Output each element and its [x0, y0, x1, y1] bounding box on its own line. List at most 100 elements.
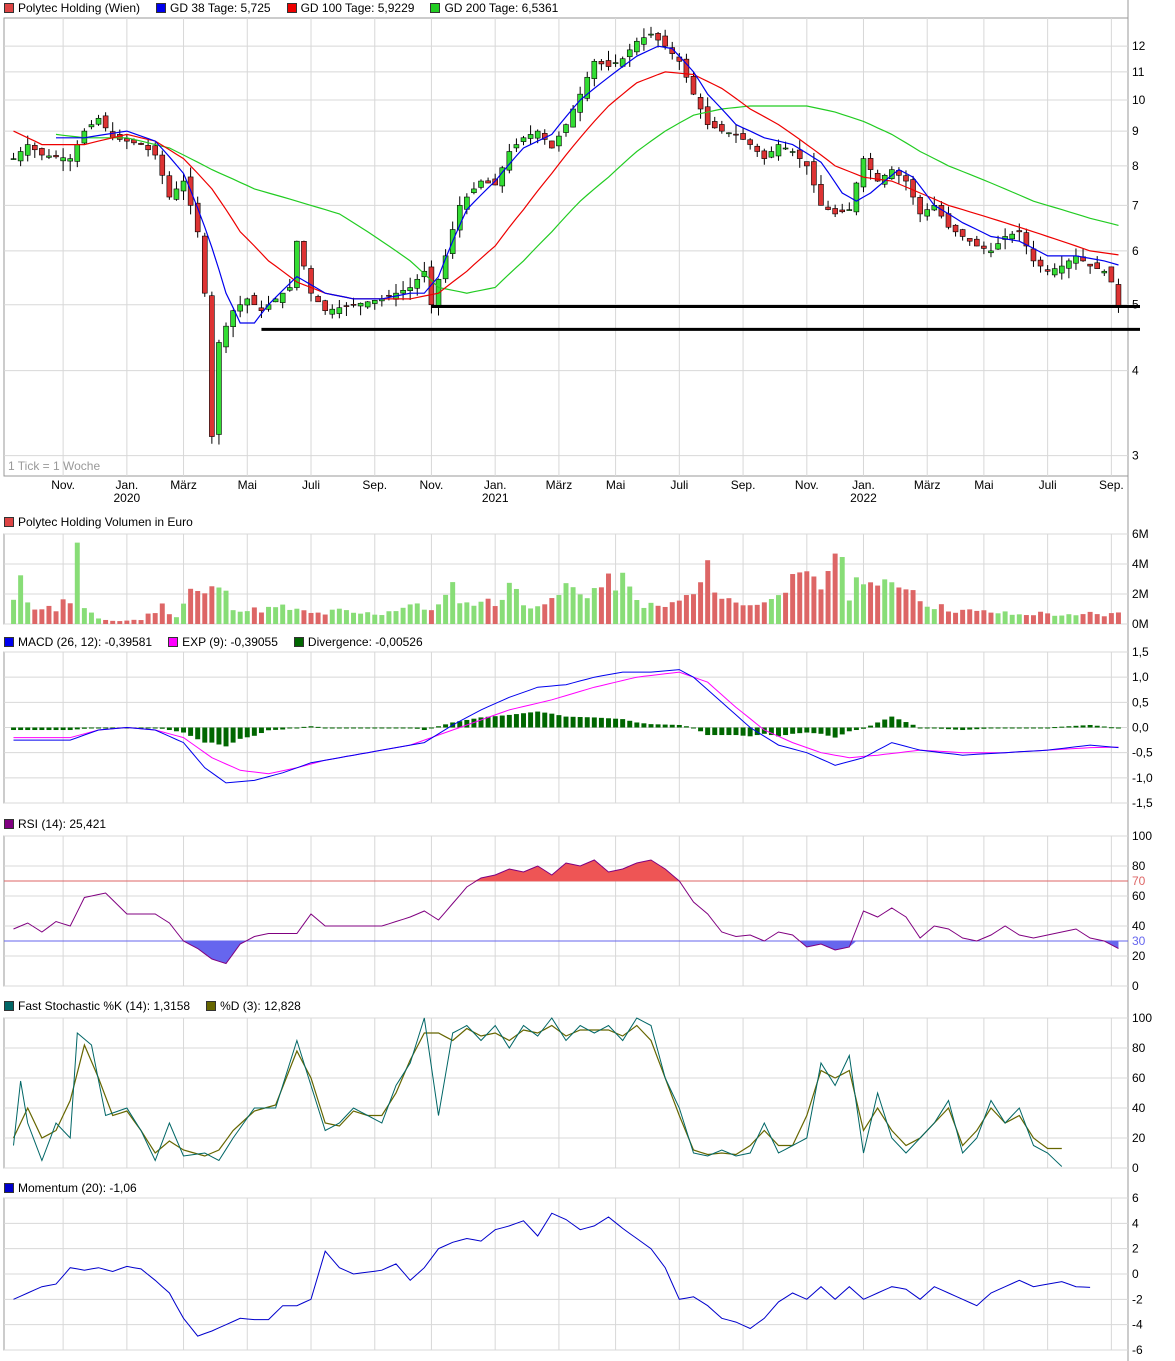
vol-ytick: 4M: [1132, 557, 1149, 571]
volume-bar: [698, 582, 704, 624]
volume-bar: [953, 612, 959, 624]
volume-bar: [620, 572, 626, 624]
volume-bar: [280, 604, 286, 624]
candle-body: [329, 308, 336, 315]
divergence-bar: [1115, 727, 1121, 729]
price-xtick: März: [546, 478, 573, 492]
divergence-bar: [81, 727, 87, 729]
divergence-bar: [521, 713, 526, 728]
rsi-ytick: 40: [1132, 919, 1146, 933]
price-xtick: Jan.: [852, 478, 875, 492]
volume-bar: [627, 586, 633, 624]
rsi-level-70: 70: [1132, 874, 1146, 888]
volume-bar: [237, 611, 243, 624]
volume-bar: [931, 609, 937, 624]
legend-gd38: GD 38 Tage: 5,725: [156, 1, 271, 15]
macd-ytick: -1,5: [1132, 796, 1153, 810]
candle-body: [563, 124, 569, 133]
divergence-bar: [818, 727, 824, 734]
chart-canvas: 3456789101112Nov. Jan.2020März Mai Juli Sep.…: [3, 0, 1153, 1361]
volume-bar: [202, 593, 208, 624]
divergence-bar: [698, 727, 704, 732]
rsi-legend: RSI (14): 25,421: [4, 816, 122, 831]
vol-ytick: 6M: [1132, 527, 1149, 541]
price-xtick: Mai: [974, 478, 993, 492]
volume-bar: [96, 618, 102, 624]
legend-exp: EXP (9): -0,39055: [168, 635, 278, 649]
volume-bar: [691, 594, 696, 624]
price-ytick: 4: [1132, 364, 1139, 378]
candle-body: [782, 147, 789, 150]
candle-body: [173, 188, 180, 200]
candle-body: [350, 304, 357, 306]
candle-body: [697, 97, 704, 110]
divergence-bar: [513, 714, 519, 728]
candle-body: [1101, 270, 1108, 274]
volume-bar: [329, 609, 335, 624]
candle-body: [478, 180, 484, 188]
legend-momentum: Momentum (20): -1,06: [4, 1181, 137, 1195]
candle-body: [740, 133, 746, 140]
candle-body: [216, 342, 222, 435]
volume-bar: [1030, 615, 1036, 624]
divergence-bar: [974, 727, 980, 730]
divergence-bar: [18, 727, 24, 731]
candle-body: [251, 295, 258, 306]
volume-bar: [11, 599, 17, 624]
candle-body: [513, 144, 520, 149]
candle-body: [527, 134, 534, 139]
candle-body: [867, 158, 874, 170]
divergence-bar: [159, 727, 165, 729]
candle-body: [124, 138, 130, 142]
divergence-bar: [11, 727, 17, 731]
divergence-bar: [783, 727, 789, 736]
price-xtick: Juli: [302, 478, 320, 492]
divergence-bar: [910, 724, 916, 728]
candle-body: [839, 209, 846, 213]
legend-stoch-k-swatch: [4, 1000, 14, 1011]
volume-bar: [53, 611, 59, 624]
volume-bar: [818, 589, 824, 624]
divergence-bar: [606, 718, 611, 728]
divergence-bar: [39, 727, 45, 731]
candle-body: [754, 145, 761, 152]
candle-body: [279, 292, 286, 303]
price-xtick: Nov.: [795, 478, 819, 492]
candle-body: [832, 208, 838, 215]
divergence-bar: [287, 727, 293, 729]
volume-bar: [244, 611, 250, 624]
candle-body: [733, 133, 739, 136]
price-xtick-year: 2020: [114, 491, 141, 505]
candle-body: [570, 108, 576, 128]
legend-momentum-swatch: [4, 1182, 14, 1193]
volume-bar: [266, 606, 272, 624]
divergence-bar: [641, 723, 647, 728]
volume-bar: [1094, 614, 1100, 624]
macd-ytick: 0,5: [1132, 695, 1149, 709]
candle-body: [747, 139, 753, 145]
volume-bar: [1066, 614, 1072, 624]
divergence-bar: [953, 727, 959, 730]
volume-bar: [506, 582, 512, 624]
volume-bar: [683, 595, 689, 624]
volume-bar: [549, 598, 555, 624]
legend-macd: MACD (26, 12): -0,39581: [4, 635, 152, 649]
volume-bar: [917, 601, 923, 624]
candle-body: [959, 229, 966, 237]
divergence-bar: [988, 727, 994, 729]
volume-bar: [1045, 613, 1051, 624]
divergence-bar: [230, 727, 236, 743]
mom-ytick: -2: [1132, 1292, 1143, 1306]
price-xtick: Nov.: [51, 478, 75, 492]
divergence-bar: [938, 727, 944, 729]
candle-body: [966, 238, 973, 242]
volume-bar: [46, 605, 52, 624]
macd-ytick: -1,0: [1132, 771, 1153, 785]
volume-bar: [882, 579, 888, 624]
volume-bar: [896, 587, 902, 624]
volume-bar: [287, 609, 293, 624]
macd-ytick: 0,0: [1132, 721, 1149, 735]
candle-body: [520, 137, 527, 142]
divergence-bar: [365, 727, 371, 729]
candle-body: [641, 37, 647, 45]
